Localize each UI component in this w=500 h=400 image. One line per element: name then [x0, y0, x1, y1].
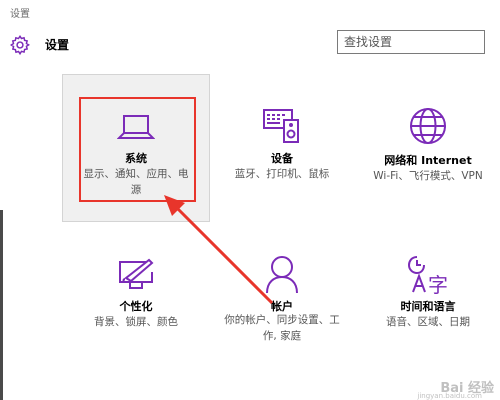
tile-description: 蓝牙、打印机、鼠标	[234, 168, 330, 180]
search-box[interactable]	[337, 30, 485, 54]
window-edge	[0, 210, 3, 400]
tile-accounts[interactable]: 帐户 你的帐户、同步设置、工 作, 家庭	[208, 226, 356, 374]
search-input[interactable]	[338, 31, 470, 53]
svg-text:字: 字	[428, 273, 448, 296]
tile-description: Wi-Fi、飞行模式、VPN	[373, 170, 483, 182]
tile-personalization[interactable]: 个性化 背景、锁屏、颜色	[62, 226, 210, 374]
devices-icon	[263, 109, 299, 143]
tile-title: 设备	[271, 152, 293, 165]
tile-time-language[interactable]: 字 时间和语言 语音、区域、日期	[354, 226, 500, 374]
annotation-highlight-box	[79, 97, 196, 202]
tile-title: 个性化	[119, 300, 153, 313]
tile-description: 背景、锁屏、颜色	[94, 316, 178, 328]
title-bar: 设置	[0, 0, 500, 24]
app-title: 设置	[45, 38, 70, 52]
tile-title: 网络和 Internet	[384, 154, 472, 167]
header: 设置	[0, 24, 500, 64]
tile-title: 时间和语言	[400, 300, 456, 313]
time-language-icon: 字	[407, 256, 448, 296]
tile-description: 你的帐户、同步设置、工 作, 家庭	[224, 314, 340, 342]
person-icon	[266, 256, 298, 294]
tile-devices[interactable]: 设备 蓝牙、打印机、鼠标	[208, 74, 356, 222]
window-title: 设置	[10, 9, 30, 20]
watermark-url: jingyan.baidu.com	[417, 392, 482, 400]
tile-description: 语音、区域、日期	[386, 316, 470, 328]
globe-icon	[410, 108, 446, 144]
personalization-icon	[119, 258, 154, 289]
gear-icon	[9, 34, 30, 56]
tile-network[interactable]: 网络和 Internet Wi-Fi、飞行模式、VPN	[354, 74, 500, 222]
